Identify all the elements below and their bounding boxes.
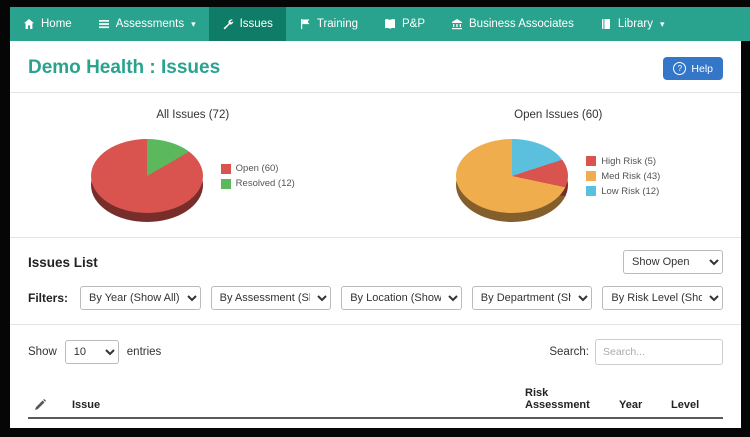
charts-section: All Issues (72) Open (60) Resolved (12) O… [10,93,741,237]
nav-item-training[interactable]: Training [286,7,371,41]
nav-item-business-associates[interactable]: Business Associates [438,7,587,41]
legend-swatch [220,178,231,189]
all-issues-chart: All Issues (72) Open (60) Resolved (12) [10,109,376,222]
nav-item-assessments[interactable]: Assessments ▾ [85,7,209,41]
page-title: Demo Health : Issues [28,57,221,78]
legend-swatch [586,186,597,196]
filter-assessment-select[interactable]: By Assessment (Show All) [210,286,332,310]
home-icon [23,18,35,30]
filter-department-select[interactable]: By Department (Show All) [471,286,593,310]
book-icon [384,18,396,30]
nav-item-home[interactable]: Home [10,7,85,41]
year-cell: 2015 [613,418,665,428]
assessment-cell: Demo [519,418,613,428]
flag-icon [299,18,311,30]
nav-item-library[interactable]: Library ▾ [587,7,678,41]
legend-swatch [586,171,597,181]
entries-row: Show 10 entries Search: [10,325,741,375]
open-issues-chart: Open Issues (60) High Risk (5) Med Risk (… [376,109,742,222]
legend-item: Low Risk (12) [586,186,660,197]
nav-item-label: Business Associates [469,18,574,30]
question-mark-icon: ? [673,62,687,75]
legend-label: Med Risk (43) [601,170,661,182]
chart-title: All Issues (72) [156,109,230,121]
nav-item-label: Issues [239,18,273,30]
chevron-down-icon: ▾ [191,18,196,29]
chart-legend: Open (60) Resolved (12) [220,163,295,189]
wrench-icon [222,18,234,30]
filter-risk-level-select[interactable]: By Risk Level (Show All) [602,286,723,310]
level-cell: HIGH [665,418,723,428]
issue-cell: The lack of documented policies and proc… [66,418,519,428]
list-icon [98,18,110,30]
column-header-year: Year [613,383,665,419]
pie-chart [456,139,569,222]
column-header-issue: Issue [66,383,519,419]
nav-item-label: Home [41,18,72,30]
chevron-down-icon: ▾ [660,18,665,29]
chart-title: Open Issues (60) [514,109,603,121]
nav-item-pnp[interactable]: P&P [371,7,438,41]
show-label: Show [28,346,57,358]
pie-chart [90,139,203,222]
column-header-risk-assessment: Risk Assessment [519,383,613,419]
pie-face [90,139,203,213]
help-button[interactable]: ? Help [663,57,723,80]
legend-swatch [220,163,231,174]
filter-year-select[interactable]: By Year (Show All) [80,286,201,310]
nav-item-issues[interactable]: Issues [208,7,286,41]
filter-location-select[interactable]: By Location (Show All) [341,286,462,310]
edit-cell [28,418,66,428]
legend-label: Open (60) [235,163,279,174]
help-button-label: Help [691,62,713,75]
search-label: Search: [549,346,589,358]
pencil-icon [34,399,60,411]
legend-label: Low Risk (12) [601,185,660,197]
library-book-icon [600,18,612,30]
show-open-select[interactable]: Show Open [623,250,723,274]
nav-item-label: Training [316,18,358,30]
legend-item: Med Risk (43) [586,171,660,182]
nav-item-label: P&P [401,18,425,30]
page-content: Demo Health : Issues ? Help All Issues (… [10,41,741,428]
legend-item: Open (60) [220,163,295,174]
table-row[interactable]: The lack of documented policies and proc… [28,418,723,428]
page-header: Demo Health : Issues ? Help [10,41,741,93]
search-input[interactable] [595,339,723,365]
filters-label: Filters: [28,291,69,305]
edit-column-header [28,383,66,419]
nav-item-label: Assessments [115,18,185,30]
top-navigation: Home Assessments ▾ Issues Training P&P B… [10,7,750,41]
bank-icon [451,18,463,30]
filters-row: Filters: By Year (Show All) By Assessmen… [10,284,741,324]
legend-item: Resolved (12) [220,178,295,189]
pie-face [456,139,569,213]
legend-label: Resolved (12) [235,178,295,189]
column-header-level: Level [665,383,723,419]
nav-item-label: Library [617,18,653,30]
legend-item: High Risk (5) [586,156,660,167]
entries-label: entries [126,346,162,358]
legend-label: High Risk (5) [601,155,657,167]
issues-list-header: Issues List Show Open [10,238,741,284]
issues-list-title: Issues List [28,254,98,270]
chart-legend: High Risk (5) Med Risk (43) Low Risk (12) [586,156,660,197]
screen: Home Assessments ▾ Issues Training P&P B… [0,0,750,437]
issues-table: Issue Risk Assessment Year Level The lac… [28,383,723,428]
entries-count-select[interactable]: 10 [64,340,119,364]
table-header-row: Issue Risk Assessment Year Level [28,383,723,419]
legend-swatch [586,156,597,166]
